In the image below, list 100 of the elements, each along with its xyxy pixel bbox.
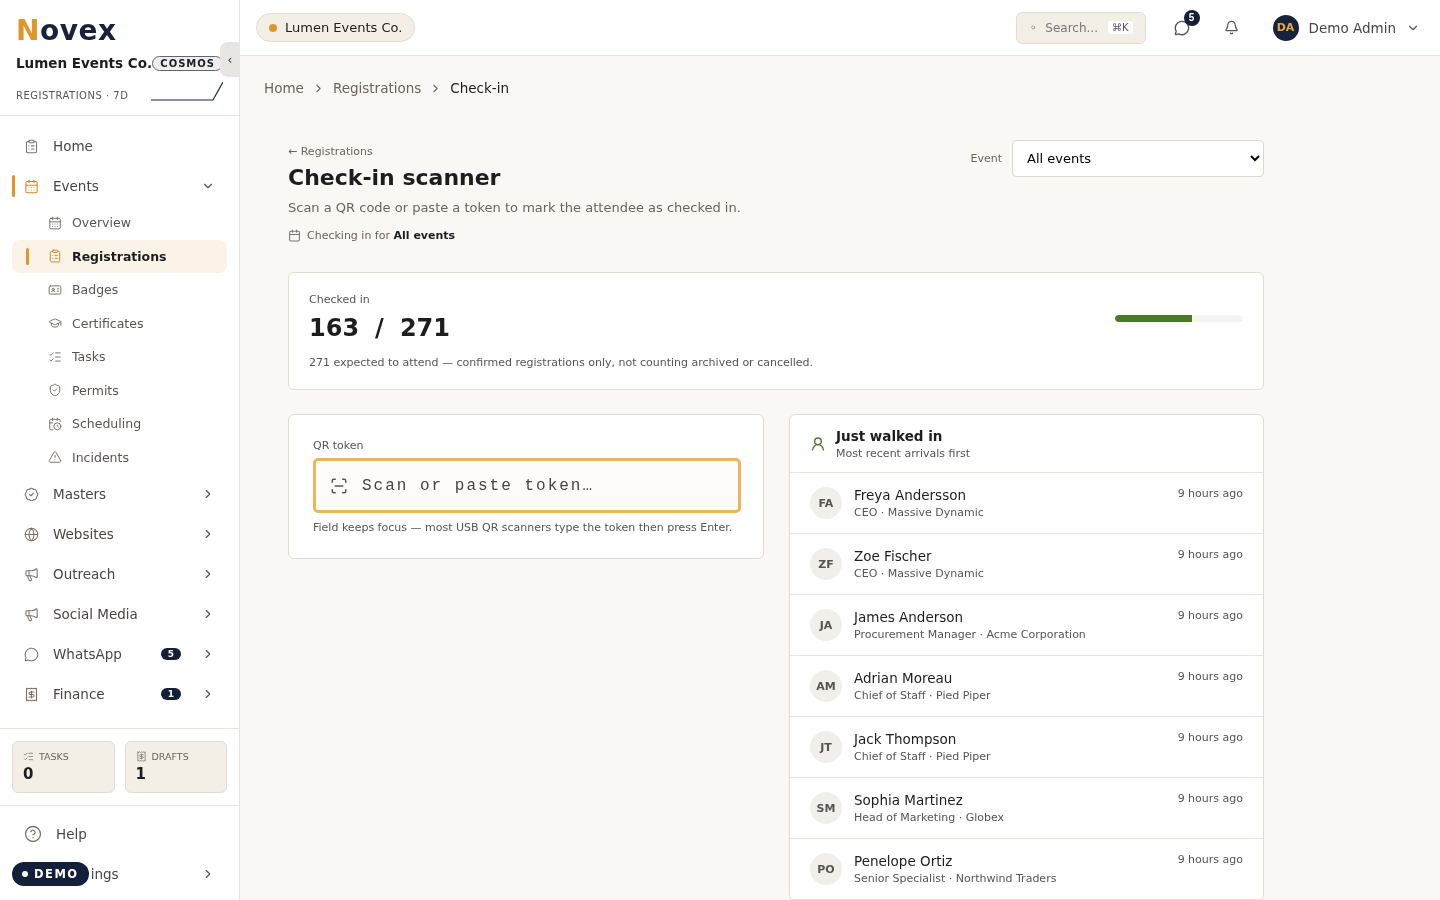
arrival-row[interactable]: JA James Anderson Procurement Manager · Acme Corporation 9 hours ago: [790, 595, 1263, 656]
attendee-role: Chief of Staff · Pied Piper: [854, 689, 992, 702]
search-field[interactable]: Search... ⌘K: [1015, 11, 1146, 44]
org-name: Lumen Events Co.: [16, 55, 153, 71]
bell-icon: [1223, 20, 1239, 35]
nav-item[interactable]: Websites: [12, 514, 227, 554]
stat-note: 271 expected to attend — confirmed registrations only, not counting archived or cancelled.: [309, 356, 814, 369]
nav-item[interactable]: Finance 1: [12, 674, 227, 714]
counter-label: DRAFTS: [151, 751, 189, 762]
nav-subitem[interactable]: Tasks: [12, 340, 227, 374]
calendar-icon: [48, 215, 62, 230]
arrival-row[interactable]: JT Jack Thompson Chief of Staff · Pied Piper 9 hours ago: [790, 717, 1263, 778]
user-menu[interactable]: DA Demo Admin: [1272, 14, 1420, 41]
nav-item[interactable]: ings: [90, 866, 199, 882]
attendee-name: Sophia Martinez: [854, 792, 964, 808]
nav-item[interactable]: Outreach: [12, 554, 227, 594]
counter-card[interactable]: DRAFTS 1: [124, 741, 227, 793]
page-subtitle: Scan a QR code or paste a token to mark the attendee as checked in.: [288, 200, 741, 215]
arrival-time: 9 hours ago: [1177, 792, 1243, 805]
attendee-name: Zoe Fischer: [854, 548, 933, 564]
stat-label: Checked in: [309, 293, 371, 306]
list-subtitle: Most recent arrivals first: [836, 447, 971, 460]
arrival-time: 9 hours ago: [1177, 853, 1243, 866]
attendee-name: Jack Thompson: [854, 731, 958, 747]
shield-icon: [48, 383, 62, 398]
breadcrumb-link[interactable]: Home: [264, 80, 304, 96]
calendar-icon: [24, 178, 39, 194]
scan-icon: [330, 476, 348, 495]
arrival-row[interactable]: AM Adrian Moreau Chief of Staff · Pied Piper 9 hours ago: [790, 656, 1263, 717]
scope-text: Checking in for All events: [307, 229, 456, 242]
arrival-time: 9 hours ago: [1177, 670, 1243, 683]
token-input[interactable]: Scan or paste token…: [360, 475, 724, 496]
clipboard-icon: [48, 249, 62, 264]
attendee-name: Penelope Ortiz: [854, 853, 954, 869]
initials-avatar: SM: [810, 792, 842, 824]
megaphone-icon: [24, 606, 39, 622]
nav-subitem[interactable]: Certificates: [12, 306, 227, 340]
clock-icon: [48, 416, 62, 431]
attendee-name: James Anderson: [854, 609, 965, 625]
attendee-name: Adrian Moreau: [854, 670, 954, 686]
attendee-role: CEO · Massive Dynamic: [854, 567, 985, 580]
logo: Novex: [16, 14, 118, 47]
nav-subitem[interactable]: Registrations: [12, 239, 227, 273]
count-badge: 5: [160, 648, 181, 660]
shortcut-key: ⌘K: [1108, 21, 1133, 34]
arrival-row[interactable]: PO Penelope Ortiz Senior Specialist · Northwind Traders 9 hours ago: [790, 839, 1263, 900]
sparkline: [151, 81, 223, 101]
page-title: Check-in scanner: [288, 165, 502, 190]
event-select[interactable]: All events: [1012, 140, 1264, 177]
count-badge: 5: [1183, 9, 1200, 26]
attendee-role: Senior Specialist · Northwind Traders: [854, 872, 1058, 885]
breadcrumb-link[interactable]: Registrations: [332, 80, 422, 96]
user-name: Demo Admin: [1308, 19, 1396, 36]
nav-item[interactable]: Help: [12, 814, 227, 854]
initials-avatar: ZF: [810, 548, 842, 580]
demo-badge: DEMO: [12, 862, 89, 886]
initials-avatar: JT: [810, 731, 842, 763]
arrival-row[interactable]: FA Freya Andersson CEO · Massive Dynamic 9 hours ago: [790, 473, 1263, 534]
back-link[interactable]: ← Registrations: [288, 145, 373, 158]
checklist-icon: [48, 349, 62, 364]
nav-item[interactable]: Masters: [12, 474, 227, 514]
chat-icon: [1173, 19, 1190, 36]
counter-value: 0: [23, 765, 35, 783]
nav-subitem[interactable]: Permits: [12, 373, 227, 407]
attendee-role: Procurement Manager · Acme Corporation: [854, 628, 1087, 641]
nav-item[interactable]: WhatsApp 5: [12, 634, 227, 674]
counter-card[interactable]: TASKS 0: [12, 741, 115, 793]
arrival-row[interactable]: ZF Zoe Fischer CEO · Massive Dynamic 9 hours ago: [790, 534, 1263, 595]
nav-subitem[interactable]: Incidents: [12, 440, 227, 474]
cap-icon: [48, 316, 62, 331]
nav-subitem[interactable]: Overview: [12, 206, 227, 240]
receipt-icon: [135, 751, 147, 762]
collapse-handle[interactable]: ‹: [220, 42, 240, 77]
initials-avatar: FA: [810, 487, 842, 519]
megaphone-icon: [24, 566, 39, 582]
nav-item[interactable]: Social Media: [12, 594, 227, 634]
person-icon: [810, 436, 826, 452]
initials-avatar: PO: [810, 853, 842, 885]
attendee-role: CEO · Massive Dynamic: [854, 506, 985, 519]
breadcrumb-link[interactable]: Check-in: [450, 80, 510, 96]
arrival-time: 9 hours ago: [1177, 487, 1243, 500]
field-hint: Field keeps focus — most USB QR scanners type the token then press Enter.: [313, 521, 734, 534]
nav-subitem[interactable]: Scheduling: [12, 407, 227, 441]
token-field[interactable]: Scan or paste token…: [313, 458, 741, 513]
nav-item[interactable]: Home: [12, 126, 227, 166]
nav-item[interactable]: Events: [12, 166, 227, 206]
arrival-row[interactable]: SM Sophia Martinez Head of Marketing · Globex 9 hours ago: [790, 778, 1263, 839]
chat-icon: [24, 646, 39, 662]
list-title: Just walked in: [836, 428, 944, 444]
count-badge: 1: [160, 688, 181, 700]
help-icon: [24, 825, 42, 843]
badge-icon: [48, 282, 62, 297]
attendee-role: Head of Marketing · Globex: [854, 811, 1006, 824]
attendee-name: Freya Andersson: [854, 487, 967, 503]
counter-label: TASKS: [39, 751, 69, 762]
counter-value: 1: [135, 765, 147, 783]
checklist-icon: [23, 751, 34, 762]
nav-subitem[interactable]: Badges: [12, 273, 227, 307]
org-chip[interactable]: Lumen Events Co.: [256, 13, 416, 42]
field-label: QR token: [313, 439, 365, 452]
